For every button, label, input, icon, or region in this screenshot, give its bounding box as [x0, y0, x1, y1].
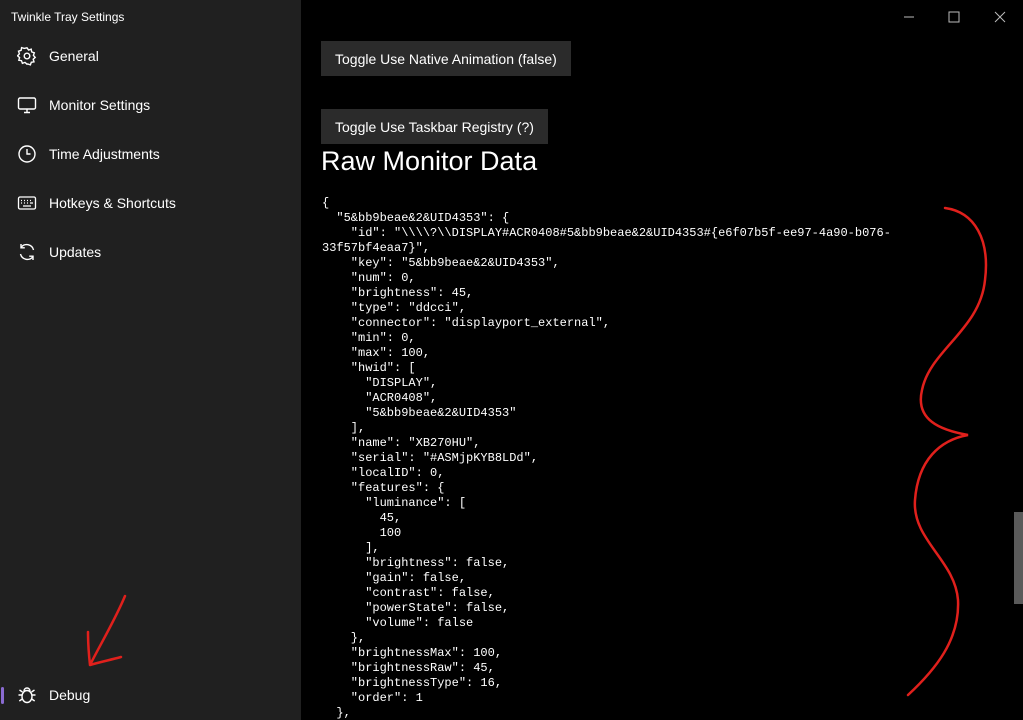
minimize-button[interactable] — [896, 7, 922, 27]
toggle-native-animation-button[interactable]: Toggle Use Native Animation (false) — [321, 41, 571, 76]
minimize-icon — [904, 16, 914, 18]
main-panel: Toggle Use Native Animation (false) Togg… — [301, 0, 1023, 720]
close-button[interactable] — [987, 7, 1013, 27]
sidebar-item-monitor-settings[interactable]: Monitor Settings — [0, 85, 301, 125]
clock-icon — [17, 144, 37, 164]
refresh-icon — [17, 242, 37, 262]
raw-monitor-data: { "5&bb9beae&2&UID4353": { "id": "\\\\?\… — [322, 196, 891, 720]
sidebar-item-general[interactable]: General — [0, 36, 301, 76]
sidebar-item-label: Debug — [49, 687, 91, 703]
section-title: Raw Monitor Data — [321, 146, 538, 176]
scrollbar-thumb[interactable] — [1014, 512, 1023, 604]
sidebar-item-label: Updates — [49, 244, 102, 260]
close-icon — [994, 11, 1006, 23]
maximize-button[interactable] — [941, 7, 967, 27]
monitor-icon — [17, 95, 37, 115]
sidebar-item-label: Monitor Settings — [49, 97, 151, 113]
sidebar-item-time-adjustments[interactable]: Time Adjustments — [0, 134, 301, 174]
sidebar-item-debug[interactable]: Debug — [0, 675, 301, 715]
toggle-taskbar-registry-button[interactable]: Toggle Use Taskbar Registry (?) — [321, 109, 548, 144]
sidebar: Twinkle Tray Settings General Monitor Se… — [0, 0, 301, 720]
keyboard-icon — [17, 193, 37, 213]
sidebar-item-label: Hotkeys & Shortcuts — [49, 195, 176, 211]
bug-icon — [17, 685, 37, 705]
sidebar-item-updates[interactable]: Updates — [0, 232, 301, 272]
sidebar-item-label: General — [49, 48, 99, 64]
sidebar-item-label: Time Adjustments — [49, 146, 160, 162]
active-indicator — [1, 687, 4, 704]
gear-icon — [17, 46, 37, 66]
maximize-icon — [948, 11, 960, 23]
app-title: Twinkle Tray Settings — [11, 10, 125, 24]
sidebar-item-hotkeys[interactable]: Hotkeys & Shortcuts — [0, 183, 301, 223]
